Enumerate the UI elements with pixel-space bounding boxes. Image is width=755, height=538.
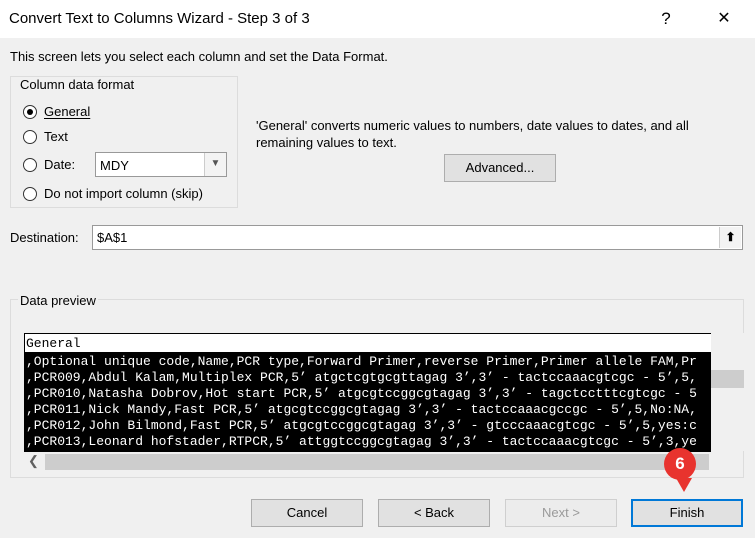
preview-horizontal-scrollbar[interactable]: ❮: [24, 452, 710, 472]
help-button[interactable]: ?: [648, 4, 684, 34]
window-title: Convert Text to Columns Wizard - Step 3 …: [9, 10, 310, 27]
intro-text: This screen lets you select each column …: [10, 49, 388, 64]
destination-label: Destination:: [10, 230, 79, 245]
horizontal-scroll-thumb[interactable]: [45, 454, 709, 470]
data-preview-area[interactable]: General ,Optional unique code,Name,PCR t…: [24, 333, 711, 452]
radio-skip-label: Do not import column (skip): [44, 186, 203, 201]
radio-skip-indicator[interactable]: [23, 186, 37, 201]
radio-text-label: Text: [44, 129, 68, 144]
back-button[interactable]: < Back: [378, 499, 490, 527]
radio-general[interactable]: General: [23, 104, 90, 119]
preview-body[interactable]: ,Optional unique code,Name,PCR type,Forw…: [25, 352, 711, 452]
radio-general-label: General: [44, 104, 91, 119]
radio-skip[interactable]: Do not import column (skip): [23, 186, 203, 201]
preview-row: ,PCR010,Natasha Dobrov,Hot start PCR,5’ …: [26, 386, 697, 401]
chevron-down-icon[interactable]: ▼: [204, 153, 226, 176]
advanced-button[interactable]: Advanced...: [444, 154, 556, 182]
scroll-left-icon[interactable]: ❮: [28, 453, 39, 469]
destination-field[interactable]: $A$1 ⬆: [92, 225, 743, 250]
vertical-scroll-thumb[interactable]: [711, 370, 744, 388]
preview-row: ,Optional unique code,Name,PCR type,Forw…: [26, 354, 697, 369]
preview-row: ,PCR013,Leonard hofstader,RTPCR,5’ attgg…: [26, 434, 697, 449]
destination-value: $A$1: [97, 230, 128, 245]
data-preview-legend: Data preview: [18, 293, 98, 308]
preview-vertical-scrollbar[interactable]: [711, 333, 744, 451]
close-button[interactable]: ✕: [706, 4, 742, 34]
date-format-select[interactable]: MDY ▼: [95, 152, 227, 177]
finish-button[interactable]: Finish: [631, 499, 743, 527]
step-badge-pointer: [676, 478, 692, 492]
radio-general-indicator[interactable]: [23, 104, 37, 119]
date-format-value: MDY: [100, 158, 129, 173]
step-badge: 6: [664, 448, 696, 480]
preview-row: ,PCR012,John Bilmond,Fast PCR,5’ atgcgtc…: [26, 418, 697, 433]
collapse-dialog-icon[interactable]: ⬆: [719, 227, 741, 248]
radio-text[interactable]: Text: [23, 129, 68, 144]
preview-row: ,PCR011,Nick Mandy,Fast PCR,5’ atgcgtccg…: [26, 402, 697, 417]
radio-date[interactable]: Date:: [23, 157, 75, 172]
title-bar: Convert Text to Columns Wizard - Step 3 …: [0, 0, 755, 38]
format-description: 'General' converts numeric values to num…: [256, 118, 689, 150]
radio-date-indicator[interactable]: [23, 157, 37, 172]
next-button[interactable]: Next >: [505, 499, 617, 527]
preview-row: ,PCR009,Abdul Kalam,Multiplex PCR,5’ atg…: [26, 370, 697, 385]
preview-column-header[interactable]: General: [26, 336, 81, 351]
radio-date-label: Date:: [44, 157, 76, 172]
column-data-format-legend: Column data format: [18, 77, 137, 92]
cancel-button[interactable]: Cancel: [251, 499, 363, 527]
radio-text-indicator[interactable]: [23, 129, 37, 144]
